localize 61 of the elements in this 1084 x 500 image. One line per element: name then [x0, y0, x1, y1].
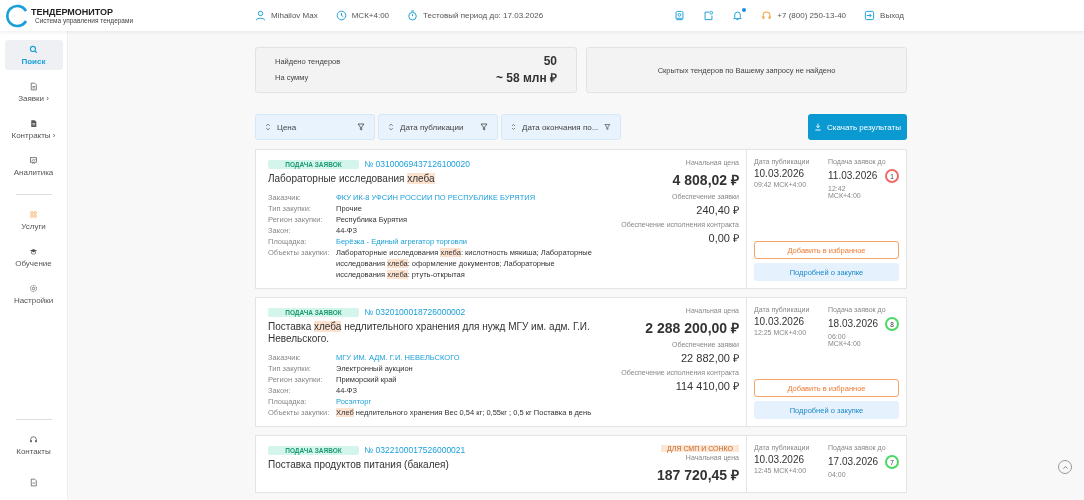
logo-icon: [5, 3, 29, 28]
publish-date: 10.03.2026: [754, 316, 806, 327]
phone-link[interactable]: +7 (800) 250-13-40: [761, 10, 847, 21]
filter-icon: [480, 123, 488, 131]
price-value: 0,00 ₽: [708, 231, 739, 245]
sidebar-item[interactable]: Настройки: [4, 279, 63, 309]
sort-filter-button[interactable]: Цена: [255, 114, 375, 140]
publish-date: 10.03.2026: [754, 454, 806, 465]
tender-title: Лабораторные исследования хлеба: [268, 173, 436, 185]
sidebar-item[interactable]: Аналитика: [4, 151, 63, 181]
sort-filter-button[interactable]: Дата окончания по...: [501, 114, 621, 140]
sidebar-item[interactable]: Обучение: [4, 242, 63, 272]
notifications-bell[interactable]: [732, 10, 744, 21]
sidebar-item[interactable]: Услуги: [4, 205, 63, 235]
download-icon: [814, 123, 823, 131]
sort-icon: [511, 123, 516, 131]
share-icon[interactable]: [703, 10, 715, 21]
price-value: 187 720,45 ₽: [657, 466, 739, 484]
deadline-date: 17.03.2026: [828, 456, 879, 467]
price-value: 2 288 200,00 ₽: [645, 319, 739, 337]
price-value: 4 808,02 ₽: [672, 171, 739, 189]
user-icon: [255, 10, 266, 21]
headset-icon: [29, 434, 38, 444]
logout-link[interactable]: Выход: [864, 10, 904, 21]
document-icon: [29, 118, 38, 128]
filter-icon: [357, 123, 365, 131]
settings-icon: [29, 283, 38, 293]
sort-icon: [265, 123, 271, 131]
grid-icon: [29, 209, 38, 219]
publish-date: 10.03.2026: [754, 168, 806, 179]
timer-icon: [407, 10, 419, 21]
timezone-link[interactable]: МСК+4:00: [335, 10, 390, 21]
document-icon: [29, 477, 38, 487]
sort-icon: [388, 123, 394, 131]
user-link[interactable]: Mihailov Max: [255, 10, 318, 21]
deadline-date: 11.03.2026: [828, 170, 878, 181]
price-value: 22 882,00 ₽: [681, 351, 739, 365]
chart-board-icon: [29, 155, 38, 165]
chevron-up-icon: [1061, 463, 1069, 471]
sidebar-item[interactable]: Контракты ›: [4, 114, 63, 144]
filter-icon: [604, 123, 611, 131]
sort-filter-button[interactable]: Дата публикации: [378, 114, 498, 140]
headset-icon: [761, 10, 773, 21]
graduation-cap-icon: [29, 246, 38, 256]
found-count: 50: [543, 54, 557, 68]
logo-title: ТЕНДЕРМОНИТОР: [31, 7, 115, 17]
clock-icon: [335, 10, 347, 21]
tender-title: Поставка продуктов питания (бакалея): [268, 459, 450, 471]
price-value: 240,40 ₽: [696, 203, 739, 217]
price-value: 114 410,00 ₽: [675, 379, 739, 393]
trial-period: Тестовый период до: 17.03.2026: [407, 10, 544, 21]
sidebar-item[interactable]: Заявки ›: [4, 77, 63, 107]
badge-icon[interactable]: [674, 10, 686, 21]
document-icon: [29, 81, 38, 91]
search-icon: [29, 44, 38, 54]
bell-icon: [732, 10, 744, 21]
logout-icon: [864, 10, 876, 21]
deadline-date: 18.03.2026: [828, 318, 879, 329]
sidebar-item[interactable]: Контакты: [4, 430, 63, 460]
tender-title: Поставка хлеба недлительного хранения для нужд МГУ им. адм. Г.И. Невельского.: [268, 321, 591, 345]
sum-value: ~ 58 млн ₽: [495, 70, 557, 86]
